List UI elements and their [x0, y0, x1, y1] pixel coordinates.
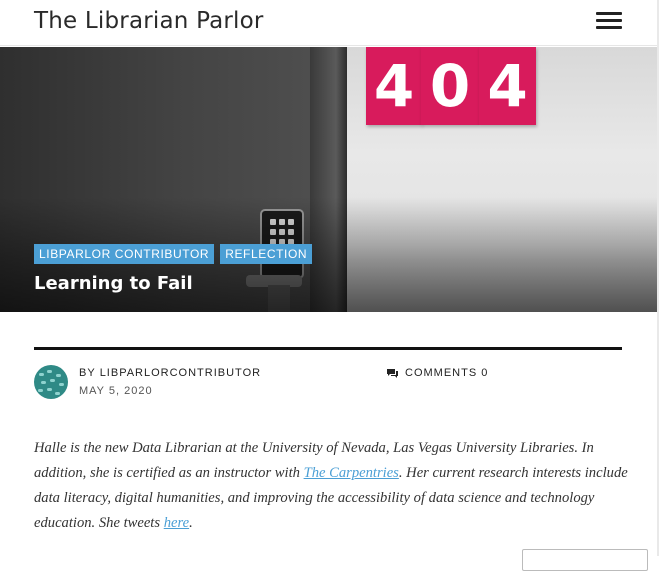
- divider: [34, 347, 622, 350]
- author-avatar[interactable]: [34, 365, 68, 399]
- byline: BY LIBPARLORCONTRIBUTOR: [79, 367, 261, 379]
- tag-reflection[interactable]: REFLECTION: [220, 244, 313, 264]
- comment-bubble-icon: [387, 368, 398, 378]
- tag-libparlor-contributor[interactable]: LIBPARLOR CONTRIBUTOR: [34, 244, 215, 264]
- post-title[interactable]: Learning to Fail: [34, 273, 193, 294]
- post-date: MAY 5, 2020: [79, 385, 153, 397]
- author-link[interactable]: LIBPARLORCONTRIBUTOR: [100, 367, 261, 379]
- carpentries-link[interactable]: The Carpentries: [304, 465, 399, 481]
- comments-count: COMMENTS 0: [405, 367, 489, 379]
- sign-digit: 4: [366, 47, 422, 125]
- sign-digit: 4: [479, 47, 536, 125]
- by-label: BY: [79, 367, 96, 379]
- author-bio: Halle is the new Data Librarian at the U…: [34, 440, 628, 531]
- comments-link[interactable]: COMMENTS 0: [386, 367, 488, 379]
- site-header: The Librarian Parlor: [0, 0, 659, 46]
- partial-button[interactable]: [522, 549, 648, 571]
- site-title[interactable]: The Librarian Parlor: [34, 8, 264, 34]
- tweets-link[interactable]: here: [164, 515, 189, 531]
- featured-image: 4 0 4 LIBPARLOR CONTRIBUTOR REFLECTION L…: [0, 47, 657, 312]
- sign-digit: 0: [421, 47, 479, 125]
- category-tags: LIBPARLOR CONTRIBUTOR REFLECTION: [34, 244, 313, 264]
- hamburger-menu-icon[interactable]: [596, 10, 622, 32]
